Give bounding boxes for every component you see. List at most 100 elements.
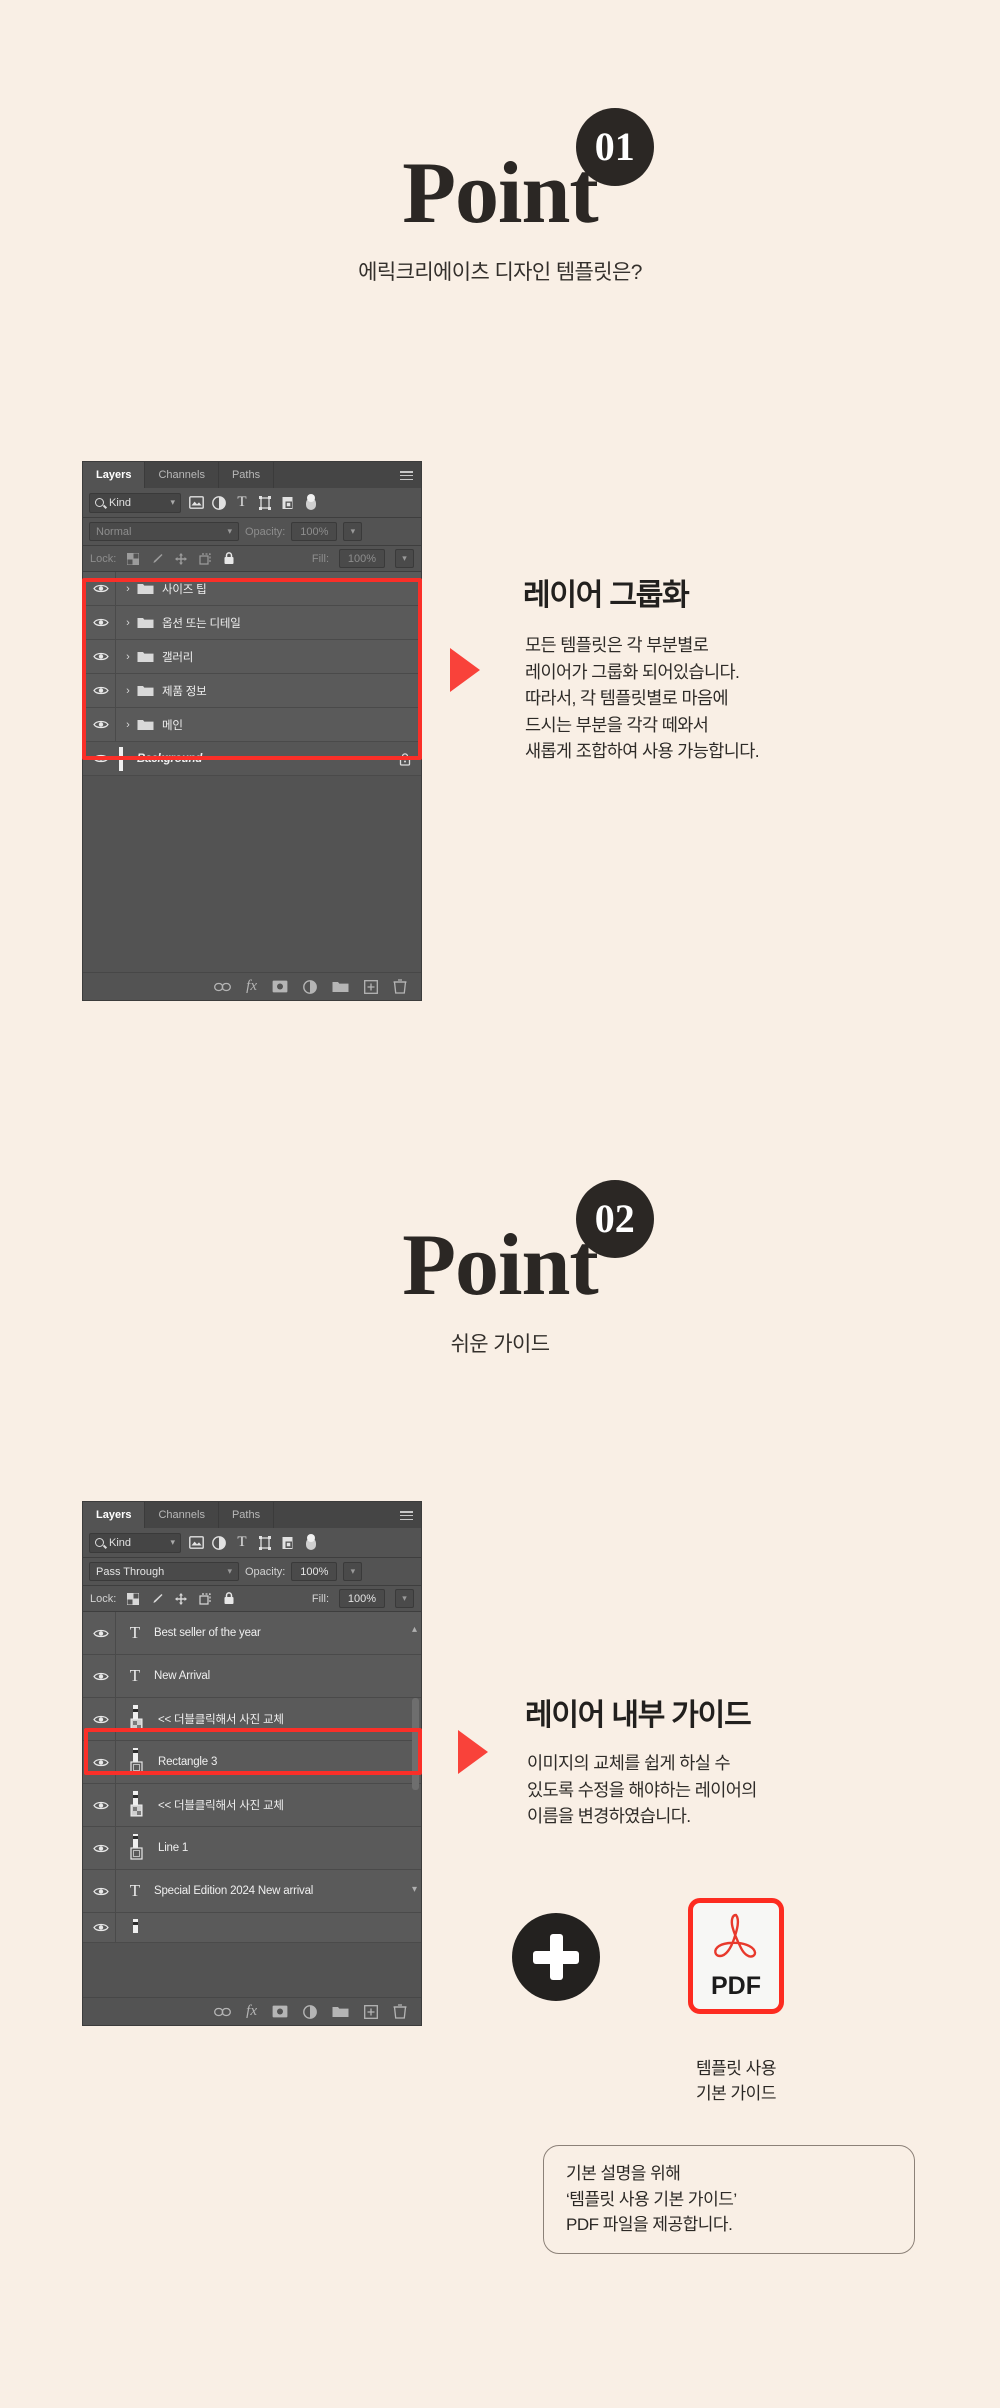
eye-visibility-icon[interactable]: [87, 651, 115, 662]
panel2-kind-filter[interactable]: Kind ▾: [89, 1532, 181, 1553]
eye-visibility-icon[interactable]: [87, 1843, 115, 1854]
panel1-blend-row[interactable]: Normal ▾ Opacity: 100% ▾: [83, 518, 421, 546]
scroll-down-chevron-icon[interactable]: ▾: [412, 1884, 417, 1895]
panel1-hamburger-menu-icon[interactable]: [400, 471, 413, 480]
panel1-layer-list[interactable]: › 사이즈 팁 › 옵션 또는 디테일 › 갤러리 › 제품 정보 › 메인 B…: [83, 572, 421, 776]
new-group-folder-icon[interactable]: [332, 2005, 349, 2018]
table-row[interactable]: T New Arrival: [83, 1655, 421, 1698]
layer-style-fx-icon[interactable]: fx: [246, 978, 257, 995]
lock-image-pixels-brush-icon[interactable]: [150, 1592, 163, 1605]
expand-group-chevron-icon[interactable]: ›: [122, 583, 134, 595]
eye-visibility-icon[interactable]: [87, 1886, 115, 1897]
table-row-selected[interactable]: << 더블클릭해서 사진 교체: [83, 1698, 421, 1741]
panel1-opacity-value[interactable]: 100%: [291, 522, 338, 541]
layers-panel-2[interactable]: Layers Channels Paths Kind ▾ T Pass Thro…: [82, 1501, 422, 2026]
delete-layer-trash-icon[interactable]: [393, 979, 407, 994]
table-row[interactable]: › 제품 정보: [83, 674, 421, 708]
type-layer-filter-icon[interactable]: T: [234, 1534, 250, 1551]
panel1-kind-filter[interactable]: Kind ▾: [89, 492, 181, 513]
new-adjustment-layer-icon[interactable]: [303, 979, 317, 994]
table-row[interactable]: Line 1: [83, 1827, 421, 1870]
panel2-lock-row[interactable]: Lock: Fill: 100% ▾: [83, 1586, 421, 1612]
link-layers-icon[interactable]: [214, 982, 232, 992]
adjustment-layer-filter-icon[interactable]: [211, 495, 227, 511]
shape-layer-filter-icon[interactable]: [257, 495, 273, 511]
expand-group-chevron-icon[interactable]: ›: [122, 719, 134, 731]
lock-artboard-nesting-icon[interactable]: [198, 1592, 211, 1605]
add-layer-mask-icon[interactable]: [272, 980, 288, 993]
eye-visibility-icon[interactable]: [87, 1714, 115, 1725]
shape-layer-filter-icon[interactable]: [257, 1535, 273, 1551]
panel2-blend-row[interactable]: Pass Through ▾ Opacity: 100% ▾: [83, 1558, 421, 1586]
panel2-opacity-stepper[interactable]: ▾: [343, 1562, 363, 1581]
layer-lock-icon[interactable]: [399, 752, 421, 766]
new-adjustment-layer-icon[interactable]: [303, 2004, 317, 2019]
panel2-fill-stepper[interactable]: ▾: [395, 1589, 414, 1608]
panel1-filter-bar[interactable]: Kind ▾ T: [83, 488, 421, 518]
lock-transparent-pixels-icon[interactable]: [126, 1592, 139, 1605]
add-layer-mask-icon[interactable]: [272, 2005, 288, 2018]
panel1-fill-value[interactable]: 100%: [339, 549, 385, 568]
eye-visibility-icon[interactable]: [87, 1800, 115, 1811]
panel2-layer-list[interactable]: T Best seller of the year T New Arrival …: [83, 1612, 421, 1943]
eye-visibility-icon[interactable]: [87, 1757, 115, 1768]
layer-style-fx-icon[interactable]: fx: [246, 2003, 257, 2020]
lock-transparent-pixels-icon[interactable]: [126, 552, 139, 565]
panel2-bottom-toolbar[interactable]: fx: [83, 1997, 421, 2025]
adjustment-layer-filter-icon[interactable]: [211, 1535, 227, 1551]
table-row[interactable]: › 메인: [83, 708, 421, 742]
eye-visibility-icon[interactable]: [87, 753, 115, 764]
eye-visibility-icon[interactable]: [87, 617, 115, 628]
panel1-blend-mode-select[interactable]: Normal ▾: [89, 522, 239, 541]
panel1-tab-channels[interactable]: Channels: [145, 462, 219, 488]
pixel-layer-filter-icon[interactable]: [188, 1535, 204, 1551]
scroll-up-chevron-icon[interactable]: ▴: [412, 1624, 417, 1635]
panel2-tab-layers[interactable]: Layers: [83, 1502, 146, 1528]
panel1-opacity-stepper[interactable]: ▾: [343, 522, 363, 541]
lock-image-pixels-brush-icon[interactable]: [150, 552, 163, 565]
pixel-layer-filter-icon[interactable]: [188, 495, 204, 511]
table-row[interactable]: › 갤러리: [83, 640, 421, 674]
panel2-opacity-value[interactable]: 100%: [291, 1562, 338, 1581]
table-row[interactable]: T Special Edition 2024 New arrival: [83, 1870, 421, 1913]
lock-position-move-icon[interactable]: [174, 552, 187, 565]
expand-group-chevron-icon[interactable]: ›: [122, 651, 134, 663]
smart-object-filter-icon[interactable]: [280, 1535, 296, 1551]
panel2-fill-value[interactable]: 100%: [339, 1589, 385, 1608]
table-row[interactable]: › 사이즈 팁: [83, 572, 421, 606]
new-layer-icon[interactable]: [364, 2004, 378, 2019]
eye-visibility-icon[interactable]: [87, 719, 115, 730]
layers-panel-1[interactable]: Layers Channels Paths Kind ▾ T Normal ▾ …: [82, 461, 422, 1001]
eye-visibility-icon[interactable]: [87, 583, 115, 594]
expand-group-chevron-icon[interactable]: ›: [122, 685, 134, 697]
table-row-background[interactable]: Background: [83, 742, 421, 776]
type-layer-filter-icon[interactable]: T: [234, 494, 250, 511]
lock-position-move-icon[interactable]: [174, 1592, 187, 1605]
panel2-tab-bar[interactable]: Layers Channels Paths: [83, 1502, 421, 1528]
lock-all-padlock-icon[interactable]: [222, 552, 235, 565]
table-row[interactable]: Rectangle 3: [83, 1741, 421, 1784]
panel2-tab-channels[interactable]: Channels: [145, 1502, 219, 1528]
panel1-tab-paths[interactable]: Paths: [219, 462, 275, 488]
panel1-bottom-toolbar[interactable]: fx: [83, 972, 421, 1000]
panel2-tab-paths[interactable]: Paths: [219, 1502, 275, 1528]
lock-artboard-nesting-icon[interactable]: [198, 552, 211, 565]
new-group-folder-icon[interactable]: [332, 980, 349, 993]
delete-layer-trash-icon[interactable]: [393, 2004, 407, 2019]
new-layer-icon[interactable]: [364, 979, 378, 994]
smart-object-filter-icon[interactable]: [280, 495, 296, 511]
eye-visibility-icon[interactable]: [87, 1628, 115, 1639]
table-row[interactable]: << 더블클릭해서 사진 교체: [83, 1784, 421, 1827]
eye-visibility-icon[interactable]: [87, 685, 115, 696]
filter-toggle-switch-icon[interactable]: [303, 1534, 319, 1551]
filter-toggle-switch-icon[interactable]: [303, 494, 319, 511]
panel2-blend-mode-select[interactable]: Pass Through ▾: [89, 1562, 239, 1581]
expand-group-chevron-icon[interactable]: ›: [122, 617, 134, 629]
panel1-lock-row[interactable]: Lock: Fill: 100% ▾: [83, 546, 421, 572]
panel1-fill-stepper[interactable]: ▾: [395, 549, 414, 568]
panel1-tab-bar[interactable]: Layers Channels Paths: [83, 462, 421, 488]
lock-all-padlock-icon[interactable]: [222, 1592, 235, 1605]
table-row-partial[interactable]: [83, 1913, 421, 1943]
layer-list-scrollbar[interactable]: [412, 1698, 419, 1790]
link-layers-icon[interactable]: [214, 2007, 232, 2017]
